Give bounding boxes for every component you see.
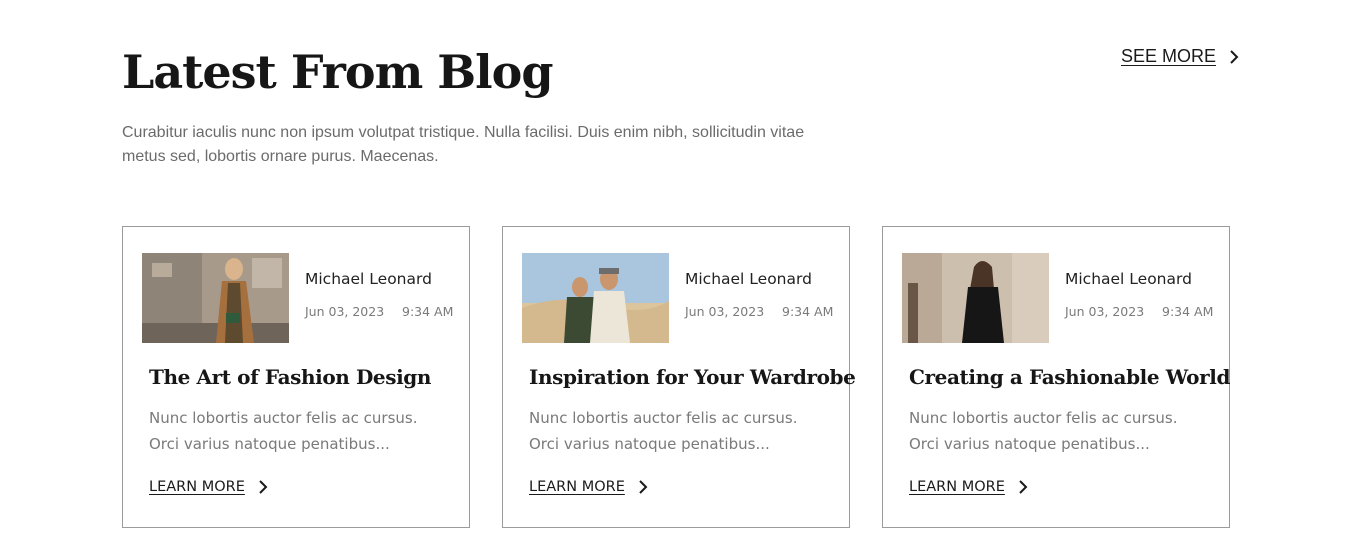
- post-date: Jun 03, 2023: [685, 304, 765, 319]
- learn-more-label: LEARN MORE: [149, 479, 245, 495]
- post-thumbnail[interactable]: [902, 253, 1049, 343]
- post-thumbnail[interactable]: [522, 253, 669, 343]
- see-more-label: SEE MORE: [1121, 46, 1217, 66]
- learn-more-link[interactable]: LEARN MORE: [149, 479, 271, 495]
- learn-more-link[interactable]: LEARN MORE: [909, 479, 1031, 495]
- post-time: 9:34 AM: [402, 304, 454, 319]
- post-author: Michael Leonard: [305, 270, 432, 288]
- post-author: Michael Leonard: [685, 270, 812, 288]
- post-date: Jun 03, 2023: [1065, 304, 1145, 319]
- post-thumbnail[interactable]: [142, 253, 289, 343]
- blog-card: Michael Leonard Jun 03, 2023 9:34 AM Cre…: [882, 226, 1230, 528]
- chevron-right-icon: [1230, 49, 1239, 64]
- post-date: Jun 03, 2023: [305, 304, 385, 319]
- learn-more-label: LEARN MORE: [909, 479, 1005, 495]
- post-time: 9:34 AM: [1162, 304, 1214, 319]
- post-time: 9:34 AM: [782, 304, 834, 319]
- post-excerpt: Nunc lobortis auctor felis ac cursus. Or…: [149, 409, 418, 453]
- learn-more-label: LEARN MORE: [529, 479, 625, 495]
- post-title[interactable]: The Art of Fashion Design: [149, 365, 431, 389]
- post-excerpt: Nunc lobortis auctor felis ac cursus. Or…: [529, 409, 798, 453]
- learn-more-link[interactable]: LEARN MORE: [529, 479, 651, 495]
- couple-desert-photo-icon: [522, 253, 669, 343]
- section-title: Latest From Blog: [122, 45, 553, 99]
- see-more-link[interactable]: SEE MORE: [1121, 46, 1242, 67]
- chevron-right-icon: [259, 480, 268, 494]
- section-intro: Curabitur iaculis nunc non ipsum volutpa…: [122, 124, 805, 165]
- chevron-right-icon: [1019, 480, 1028, 494]
- post-title[interactable]: Inspiration for Your Wardrobe: [529, 365, 856, 389]
- woman-black-outfit-photo-icon: [902, 253, 1049, 343]
- post-excerpt: Nunc lobortis auctor felis ac cursus. Or…: [909, 409, 1178, 453]
- blog-card: Michael Leonard Jun 03, 2023 9:34 AM The…: [122, 226, 470, 528]
- post-title[interactable]: Creating a Fashionable World: [909, 365, 1230, 389]
- woman-trench-coat-photo-icon: [142, 253, 289, 343]
- blog-card: Michael Leonard Jun 03, 2023 9:34 AM Ins…: [502, 226, 856, 528]
- chevron-right-icon: [639, 480, 648, 494]
- post-author: Michael Leonard: [1065, 270, 1192, 288]
